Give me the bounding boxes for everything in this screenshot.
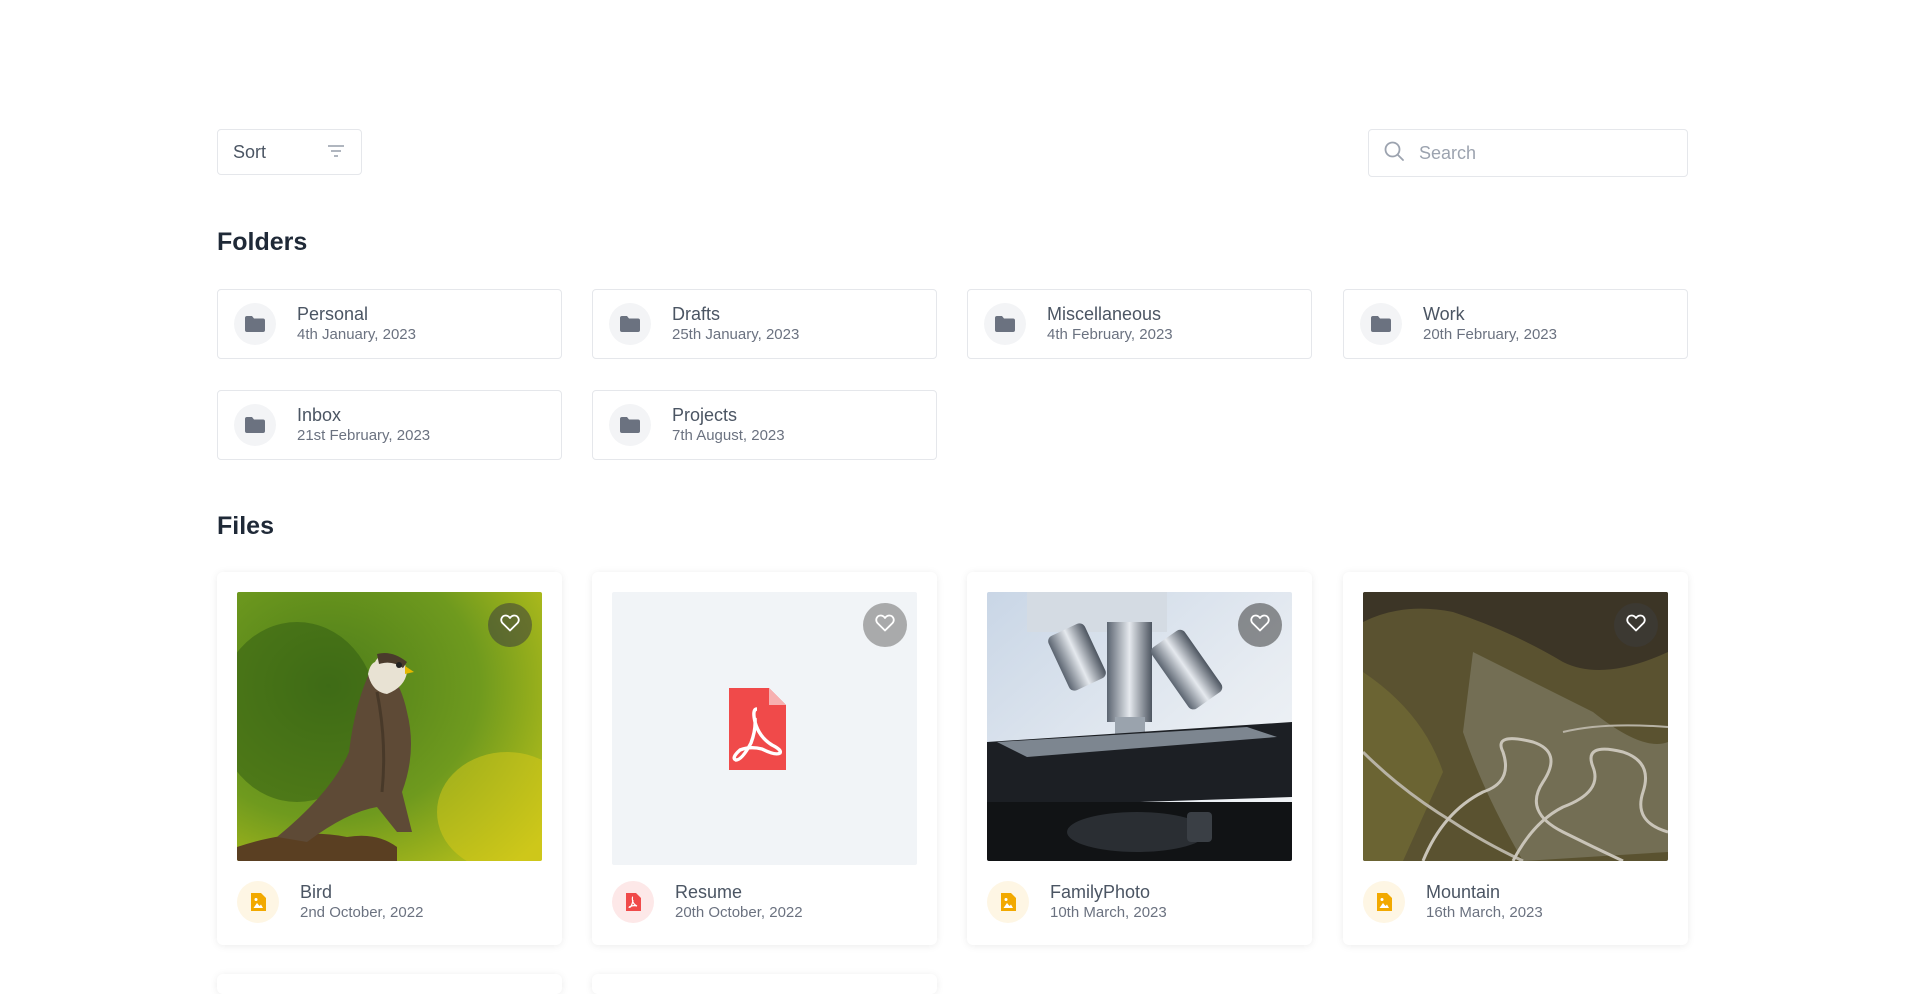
folder-icon	[234, 404, 276, 446]
file-date: 10th March, 2023	[1050, 904, 1167, 921]
folder-icon	[609, 303, 651, 345]
search-box	[1368, 129, 1688, 177]
file-date: 20th October, 2022	[675, 904, 803, 921]
file-card-partial[interactable]	[217, 974, 562, 994]
search-input[interactable]	[1417, 141, 1671, 165]
heart-icon	[500, 614, 520, 637]
file-card-partial[interactable]	[592, 974, 937, 994]
sort-label: Sort	[233, 141, 267, 162]
folder-date: 20th February, 2023	[1423, 326, 1557, 343]
image-file-icon	[1363, 881, 1405, 923]
file-name: Bird	[300, 882, 333, 902]
folder-name: Personal	[297, 304, 369, 324]
file-date: 2nd October, 2022	[300, 904, 424, 921]
folder-date: 25th January, 2023	[672, 326, 800, 343]
file-card[interactable]: Mountain 16th March, 2023	[1343, 572, 1688, 945]
heart-icon	[1626, 614, 1646, 637]
filter-icon	[327, 142, 345, 163]
folder-name: Miscellaneous	[1047, 304, 1162, 324]
file-name: FamilyPhoto	[1050, 882, 1151, 902]
heart-icon	[1250, 614, 1270, 637]
folder-card[interactable]: Personal 4th January, 2023	[217, 289, 562, 359]
files-heading: Files	[217, 512, 274, 540]
image-file-icon	[237, 881, 279, 923]
file-card[interactable]: FamilyPhoto 10th March, 2023	[967, 572, 1312, 945]
file-manager: Sort Folders	[217, 0, 1688, 994]
favorite-button[interactable]	[1614, 603, 1658, 647]
folder-icon	[1360, 303, 1402, 345]
folder-card[interactable]: Projects 7th August, 2023	[592, 390, 937, 460]
file-name: Resume	[675, 882, 743, 902]
folders-heading: Folders	[217, 228, 308, 256]
file-card[interactable]: Bird 2nd October, 2022	[217, 572, 562, 945]
folder-card[interactable]: Miscellaneous 4th February, 2023	[967, 289, 1312, 359]
search-icon	[1383, 140, 1405, 167]
file-date: 16th March, 2023	[1426, 904, 1543, 921]
folder-icon	[984, 303, 1026, 345]
folder-date: 4th January, 2023	[297, 326, 416, 343]
pdf-file-icon	[612, 881, 654, 923]
heart-icon	[875, 614, 895, 637]
file-thumbnail-mountain-road-photo	[1363, 592, 1668, 861]
toolbar: Sort	[217, 129, 1688, 177]
folder-date: 4th February, 2023	[1047, 326, 1173, 343]
file-card[interactable]: Resume 20th October, 2022	[592, 572, 937, 945]
favorite-button[interactable]	[1238, 603, 1282, 647]
folder-name: Projects	[672, 405, 738, 425]
file-thumbnail-pdf-placeholder	[612, 592, 917, 865]
folder-card[interactable]: Inbox 21st February, 2023	[217, 390, 562, 460]
file-thumbnail-bird-photo	[237, 592, 542, 861]
folder-date: 21st February, 2023	[297, 427, 431, 444]
file-name: Mountain	[1426, 882, 1501, 902]
folder-icon	[609, 404, 651, 446]
folder-date: 7th August, 2023	[672, 427, 785, 444]
folder-icon	[234, 303, 276, 345]
folder-card[interactable]: Work 20th February, 2023	[1343, 289, 1688, 359]
sort-button[interactable]: Sort	[217, 129, 362, 175]
favorite-button[interactable]	[863, 603, 907, 647]
folder-card[interactable]: Drafts 25th January, 2023	[592, 289, 937, 359]
image-file-icon	[987, 881, 1029, 923]
folder-name: Work	[1423, 304, 1465, 324]
folder-name: Drafts	[672, 304, 721, 324]
file-thumbnail-microscope-photo	[987, 592, 1292, 861]
folder-name: Inbox	[297, 405, 342, 425]
favorite-button[interactable]	[488, 603, 532, 647]
